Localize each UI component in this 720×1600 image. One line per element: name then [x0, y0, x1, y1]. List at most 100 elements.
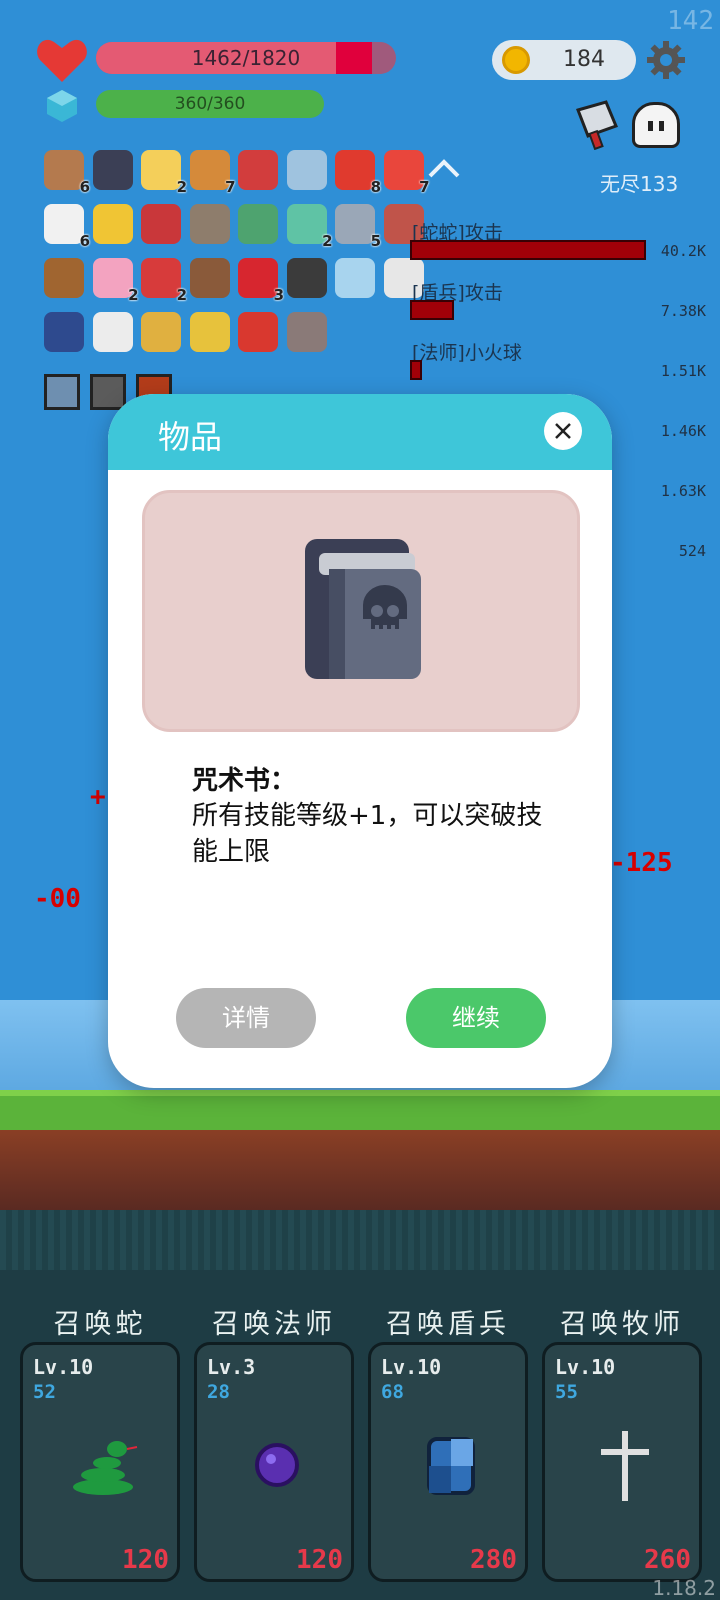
summon-title: 召唤盾兵 — [386, 1309, 510, 1340]
ghost-icon — [632, 102, 680, 148]
item-count: 7 — [225, 178, 236, 196]
summon-title: 召唤法师 — [212, 1309, 336, 1340]
item-count: 5 — [370, 232, 381, 250]
strawberry-icon[interactable]: 2 — [141, 258, 187, 304]
gear-icon[interactable] — [646, 40, 686, 80]
damage-value: 1.46K — [660, 422, 706, 440]
summon-cost: 120 — [122, 1545, 169, 1575]
item-count: 2 — [322, 232, 333, 250]
summon-card[interactable]: Lv.10 68 280 — [368, 1342, 528, 1582]
item-count: 6 — [79, 178, 90, 196]
hp-bar: 1462/1820 — [96, 42, 396, 74]
details-button[interactable]: 详情 — [176, 988, 316, 1048]
watermelon-icon[interactable]: 7 — [383, 150, 430, 196]
skill-slot-1[interactable] — [44, 374, 80, 410]
potion-icon[interactable] — [335, 258, 375, 298]
summon-level: Lv.3 — [207, 1355, 256, 1379]
damage-bar — [410, 300, 454, 320]
magnet-icon[interactable] — [238, 150, 278, 190]
item-count: 8 — [370, 178, 381, 196]
summon-card[interactable]: Lv.10 52 120 — [20, 1342, 180, 1582]
coin-amount: 184 — [563, 47, 605, 72]
summon-count: 68 — [381, 1381, 404, 1403]
item-preview — [142, 490, 580, 732]
cleaver-icon — [576, 100, 618, 150]
tent-icon[interactable] — [238, 204, 278, 244]
summon-cost: 260 — [644, 1545, 691, 1575]
summon-title: 召唤蛇 — [53, 1309, 147, 1340]
ice-cream-icon[interactable]: 2 — [92, 258, 139, 304]
coin-counter: 184 — [492, 40, 636, 80]
summon-level: Lv.10 — [33, 1355, 94, 1379]
magic-wand-icon[interactable] — [92, 204, 133, 244]
version-label: 1.18.2 — [652, 1576, 716, 1600]
target-icon[interactable]: 6 — [44, 150, 90, 196]
item-count: 7 — [419, 178, 430, 196]
cheese-icon[interactable]: 2 — [141, 150, 187, 196]
summon-cost: 280 — [470, 1545, 517, 1575]
snake-icon — [73, 1441, 138, 1495]
close-button[interactable] — [544, 412, 582, 450]
item-count: 2 — [176, 178, 187, 196]
damage-bar — [410, 360, 422, 380]
damage-value: 40.2K — [660, 242, 706, 260]
item-dialog: 物品 咒术书： 所有技能等级+1，可以突破技能上限 详情 继续 — [108, 394, 612, 1088]
summon-count: 28 — [207, 1381, 230, 1403]
endless-wave-label: 无尽133 — [600, 172, 679, 196]
mp-bar: 360/360 — [96, 90, 324, 118]
item-name: 咒术书： — [192, 766, 297, 796]
skull-book-icon — [305, 539, 421, 679]
mp-text: 360/360 — [174, 94, 246, 114]
damage-float: -00 — [34, 884, 81, 914]
holy-book-icon[interactable] — [44, 312, 84, 352]
summon-level: Lv.10 — [555, 1355, 616, 1379]
summon-cost: 120 — [296, 1545, 343, 1575]
chevron-up-icon[interactable] — [426, 156, 462, 180]
damage-source-label: [法师]小火球 — [412, 342, 522, 364]
syringe-icon[interactable]: 2 — [286, 204, 333, 250]
dialog-title: 物品 — [158, 418, 223, 456]
damage-float: -125 — [610, 848, 673, 878]
summon-level: Lv.10 — [381, 1355, 442, 1379]
hp-text: 1462/1820 — [191, 46, 301, 70]
grass-ground — [0, 1090, 720, 1130]
fps-counter: 142 — [667, 6, 714, 36]
damage-value: 1.51K — [660, 362, 706, 380]
continue-button[interactable]: 继续 — [406, 988, 546, 1048]
meteor-icon[interactable] — [189, 204, 230, 244]
gift-icon[interactable] — [238, 312, 278, 352]
coconut-icon[interactable] — [189, 258, 230, 298]
damage-bar — [410, 240, 646, 260]
summon-count: 55 — [555, 1381, 578, 1403]
dirt-ground — [0, 1130, 720, 1210]
meat-icon[interactable] — [44, 258, 84, 298]
bookmark-icon[interactable]: 3 — [238, 258, 284, 304]
item-count: 6 — [79, 232, 90, 250]
skull-book-icon[interactable] — [92, 150, 133, 190]
damage-value: 1.63K — [660, 482, 706, 500]
item-count: 2 — [176, 286, 187, 304]
bomb-icon[interactable] — [286, 258, 327, 298]
apple-icon[interactable]: 8 — [335, 150, 381, 196]
coin-icon — [502, 46, 530, 74]
egg-icon[interactable] — [189, 312, 230, 352]
close-icon — [555, 423, 571, 439]
tombstone-icon[interactable] — [286, 312, 327, 352]
cross-icon — [601, 1431, 649, 1501]
item-description: 所有技能等级+1，可以突破技能上限 — [192, 801, 543, 867]
item-count: 2 — [128, 286, 139, 304]
magnifier-icon[interactable] — [286, 150, 327, 190]
crystal-icon — [47, 90, 77, 122]
flower-icon[interactable]: 6 — [44, 204, 90, 250]
item-count: 3 — [273, 286, 284, 304]
summon-title: 召唤牧师 — [560, 1309, 684, 1340]
scroll-book-icon[interactable]: 7 — [189, 150, 236, 196]
battery-icon[interactable] — [141, 312, 181, 352]
summon-card[interactable]: Lv.3 28 120 — [194, 1342, 354, 1582]
dice-icon[interactable] — [92, 312, 133, 352]
dialog-header: 物品 — [108, 394, 612, 470]
sword-icon[interactable]: 5 — [335, 204, 381, 250]
blue-shield-icon — [427, 1437, 475, 1495]
shield-icon[interactable] — [141, 204, 181, 244]
summon-card[interactable]: Lv.10 55 260 — [542, 1342, 702, 1582]
